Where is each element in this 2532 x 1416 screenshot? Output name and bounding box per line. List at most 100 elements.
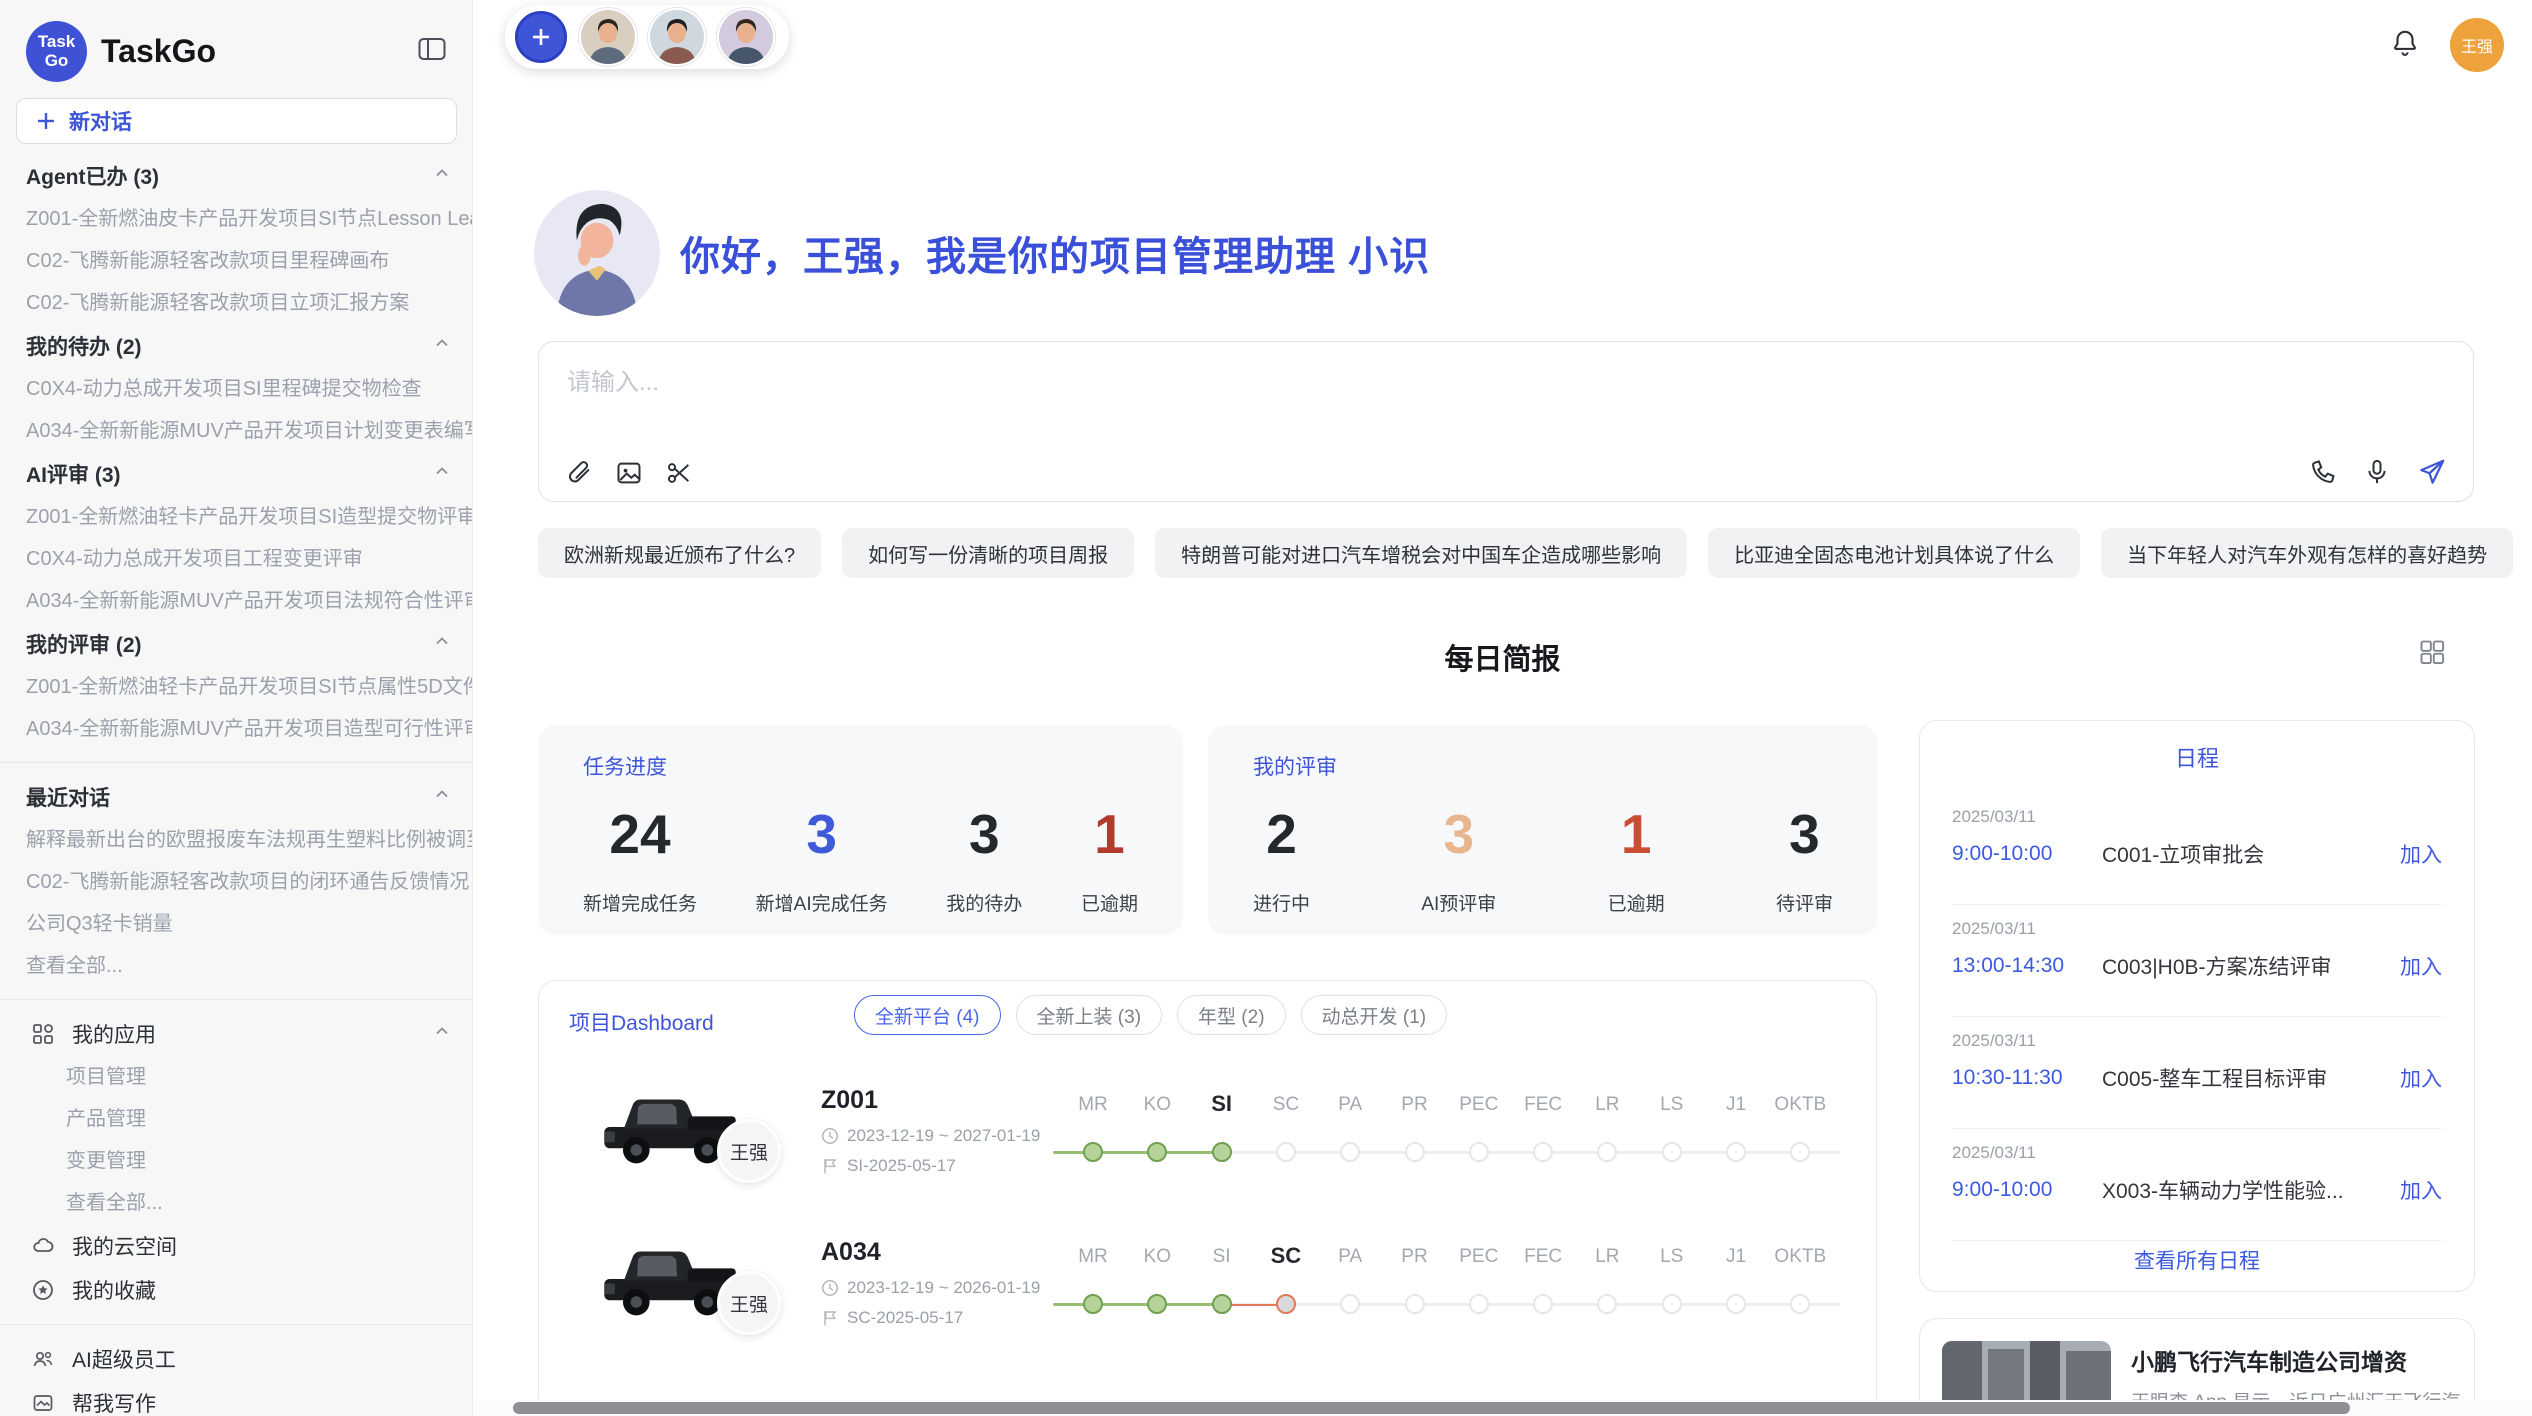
notification-bell-icon[interactable] xyxy=(2390,28,2420,63)
suggestion-chip[interactable]: 如何写一份清晰的项目周报 xyxy=(842,528,1134,578)
send-icon[interactable] xyxy=(2417,457,2447,487)
sidebar-task-item[interactable]: C02-飞腾新能源轻客改款项目立项汇报方案 xyxy=(0,282,472,324)
apps-view-all[interactable]: 查看全部... xyxy=(0,1182,472,1224)
sidebar-task-item[interactable]: A034-全新新能源MUV产品开发项目计划变更表编写 xyxy=(0,410,472,452)
chevron-up-icon xyxy=(432,631,452,657)
event-date: 2025/03/11 xyxy=(1952,919,2442,939)
sidebar-section-recent-chats[interactable]: 最近对话 xyxy=(0,775,472,819)
recent-chat-item[interactable]: 解释最新出台的欧盟报废车法规再生塑料比例被调至15%... xyxy=(0,819,472,861)
horizontal-scrollbar-thumb[interactable] xyxy=(513,1402,2350,1414)
sidebar-item-my-cloud[interactable]: 我的云空间 xyxy=(0,1224,472,1268)
dashboard-filter-chip[interactable]: 年型 (2) xyxy=(1177,995,1286,1035)
stage-label: PA xyxy=(1338,1094,1362,1116)
stage-label: PR xyxy=(1401,1094,1427,1116)
chat-input[interactable] xyxy=(567,362,2447,442)
stat-column: 3我的待办 xyxy=(946,803,1022,916)
scissors-icon[interactable] xyxy=(665,459,693,487)
sidebar-task-item[interactable]: C0X4-动力总成开发项目SI里程碑提交物检查 xyxy=(0,368,472,410)
stage-label: PA xyxy=(1338,1246,1362,1268)
recent-chat-item[interactable]: C02-飞腾新能源轻客改款项目的闭环通告反馈情况 xyxy=(0,861,472,903)
schedule-title: 日程 xyxy=(1920,721,2474,793)
sidebar-section-header[interactable]: 我的待办 (2) xyxy=(0,324,472,368)
stat-label: AI预评审 xyxy=(1421,889,1496,916)
project-dates: 2023-12-19 ~ 2027-01-19 xyxy=(821,1126,1040,1146)
dashboard-filter-chip[interactable]: 全新平台 (4) xyxy=(854,995,1001,1035)
microphone-icon[interactable] xyxy=(2363,458,2391,486)
recent-chats-list: 解释最新出台的欧盟报废车法规再生塑料比例被调至15%...C02-飞腾新能源轻客… xyxy=(0,819,472,945)
briefing-layout-icon[interactable] xyxy=(2418,638,2446,671)
event-join-link[interactable]: 加入 xyxy=(2400,1175,2442,1205)
plus-icon xyxy=(35,110,57,132)
flag-icon xyxy=(821,1309,839,1327)
project-dashboard-title: 项目Dashboard xyxy=(569,1007,714,1037)
stat-column: 2进行中 xyxy=(1253,803,1310,916)
schedule-event: 2025/03/1113:00-14:30C003|H0B-方案冻结评审加入 xyxy=(1952,905,2442,1017)
app-item[interactable]: 产品管理 xyxy=(0,1098,472,1140)
sidebar-section-header[interactable]: AI评审 (3) xyxy=(0,452,472,496)
stat-label: 新增完成任务 xyxy=(583,889,697,916)
sidebar-section-header[interactable]: 我的评审 (2) xyxy=(0,622,472,666)
member-avatar-2[interactable] xyxy=(648,8,706,66)
image-icon[interactable] xyxy=(615,459,643,487)
new-chat-button[interactable]: 新对话 xyxy=(16,98,457,144)
stage-dot xyxy=(1276,1294,1296,1314)
sidebar-task-item[interactable]: C02-飞腾新能源轻客改款项目里程碑画布 xyxy=(0,240,472,282)
briefing-card-title: 我的评审 xyxy=(1253,751,1833,781)
recent-chats-view-all[interactable]: 查看全部... xyxy=(0,945,472,987)
schedule-view-all[interactable]: 查看所有日程 xyxy=(1920,1245,2474,1275)
stat-label: 我的待办 xyxy=(946,889,1022,916)
phone-icon[interactable] xyxy=(2309,458,2337,486)
member-avatar-1[interactable] xyxy=(579,8,637,66)
app-item[interactable]: 变更管理 xyxy=(0,1140,472,1182)
member-avatars xyxy=(579,8,775,66)
event-join-link[interactable]: 加入 xyxy=(2400,839,2442,869)
sidebar-task-item[interactable]: Z001-全新燃油皮卡产品开发项目SI节点Lesson Learn报告 xyxy=(0,198,472,240)
suggestion-chip[interactable]: 欧洲新规最近颁布了什么? xyxy=(538,528,821,578)
input-right-icons xyxy=(2309,457,2447,487)
sidebar-item-my-favorites[interactable]: 我的收藏 xyxy=(0,1268,472,1312)
stage-dot xyxy=(1340,1294,1360,1314)
my-apps-label: 我的应用 xyxy=(72,1019,156,1049)
sidebar-task-item[interactable]: Z001-全新燃油轻卡产品开发项目SI造型提交物评审 xyxy=(0,496,472,538)
project-row[interactable]: 王强A0342023-12-19 ~ 2026-01-19SC-2025-05-… xyxy=(539,1228,1876,1380)
add-member-button[interactable] xyxy=(515,11,567,63)
divider xyxy=(0,1324,472,1325)
chat-input-card xyxy=(538,341,2474,502)
sidebar-item-help-writing[interactable]: 帮我写作 xyxy=(0,1381,472,1416)
stage-dot xyxy=(1662,1294,1682,1314)
project-milestone: SC-2025-05-17 xyxy=(821,1308,963,1328)
stat-value: 3 xyxy=(1776,803,1833,865)
stage-dot xyxy=(1083,1294,1103,1314)
stage-label: SC xyxy=(1273,1094,1299,1116)
horizontal-scrollbar xyxy=(473,1400,2532,1416)
stage-dot xyxy=(1662,1142,1682,1162)
milestone-progress-line xyxy=(1053,1303,1222,1306)
recent-chat-item[interactable]: 公司Q3轻卡销量 xyxy=(0,903,472,945)
sidebar-item-ai-super-staff[interactable]: AI超级员工 xyxy=(0,1337,472,1381)
suggestion-chip[interactable]: 当下年轻人对汽车外观有怎样的喜好趋势 xyxy=(2101,528,2513,578)
sidebar-section-header[interactable]: Agent已办 (3) xyxy=(0,154,472,198)
stage-dot xyxy=(1790,1142,1810,1162)
member-avatar-3[interactable] xyxy=(717,8,775,66)
suggestion-chip[interactable]: 比亚迪全固态电池计划具体说了什么 xyxy=(1708,528,2080,578)
section-title: 我的评审 (2) xyxy=(26,629,142,659)
event-join-link[interactable]: 加入 xyxy=(2400,1063,2442,1093)
app-item[interactable]: 项目管理 xyxy=(0,1056,472,1098)
stage-dot xyxy=(1533,1294,1553,1314)
sidebar-collapse-icon[interactable] xyxy=(418,37,446,66)
dashboard-filter-chip[interactable]: 全新上装 (3) xyxy=(1016,995,1163,1035)
attachment-icon[interactable] xyxy=(565,459,593,487)
project-row[interactable]: 王强Z0012023-12-19 ~ 2027-01-19SI-2025-05-… xyxy=(539,1076,1876,1228)
stage-dot xyxy=(1726,1294,1746,1314)
sidebar-task-item[interactable]: A034-全新新能源MUV产品开发项目法规符合性评审 xyxy=(0,580,472,622)
stage-label: FEC xyxy=(1524,1094,1562,1116)
sidebar-task-item[interactable]: A034-全新新能源MUV产品开发项目造型可行性评审 xyxy=(0,708,472,750)
suggestion-chip[interactable]: 特朗普可能对进口汽车增税会对中国车企造成哪些影响 xyxy=(1155,528,1687,578)
user-avatar[interactable]: 王强 xyxy=(2450,18,2504,72)
event-join-link[interactable]: 加入 xyxy=(2400,951,2442,981)
sidebar-task-item[interactable]: Z001-全新燃油轻卡产品开发项目SI节点属性5D文件评审 xyxy=(0,666,472,708)
sidebar-item-my-apps[interactable]: 我的应用 xyxy=(0,1012,472,1056)
sidebar-task-item[interactable]: C0X4-动力总成开发项目工程变更评审 xyxy=(0,538,472,580)
logo-text-line2: Go xyxy=(45,51,69,70)
dashboard-filter-chip[interactable]: 动总开发 (1) xyxy=(1301,995,1448,1035)
